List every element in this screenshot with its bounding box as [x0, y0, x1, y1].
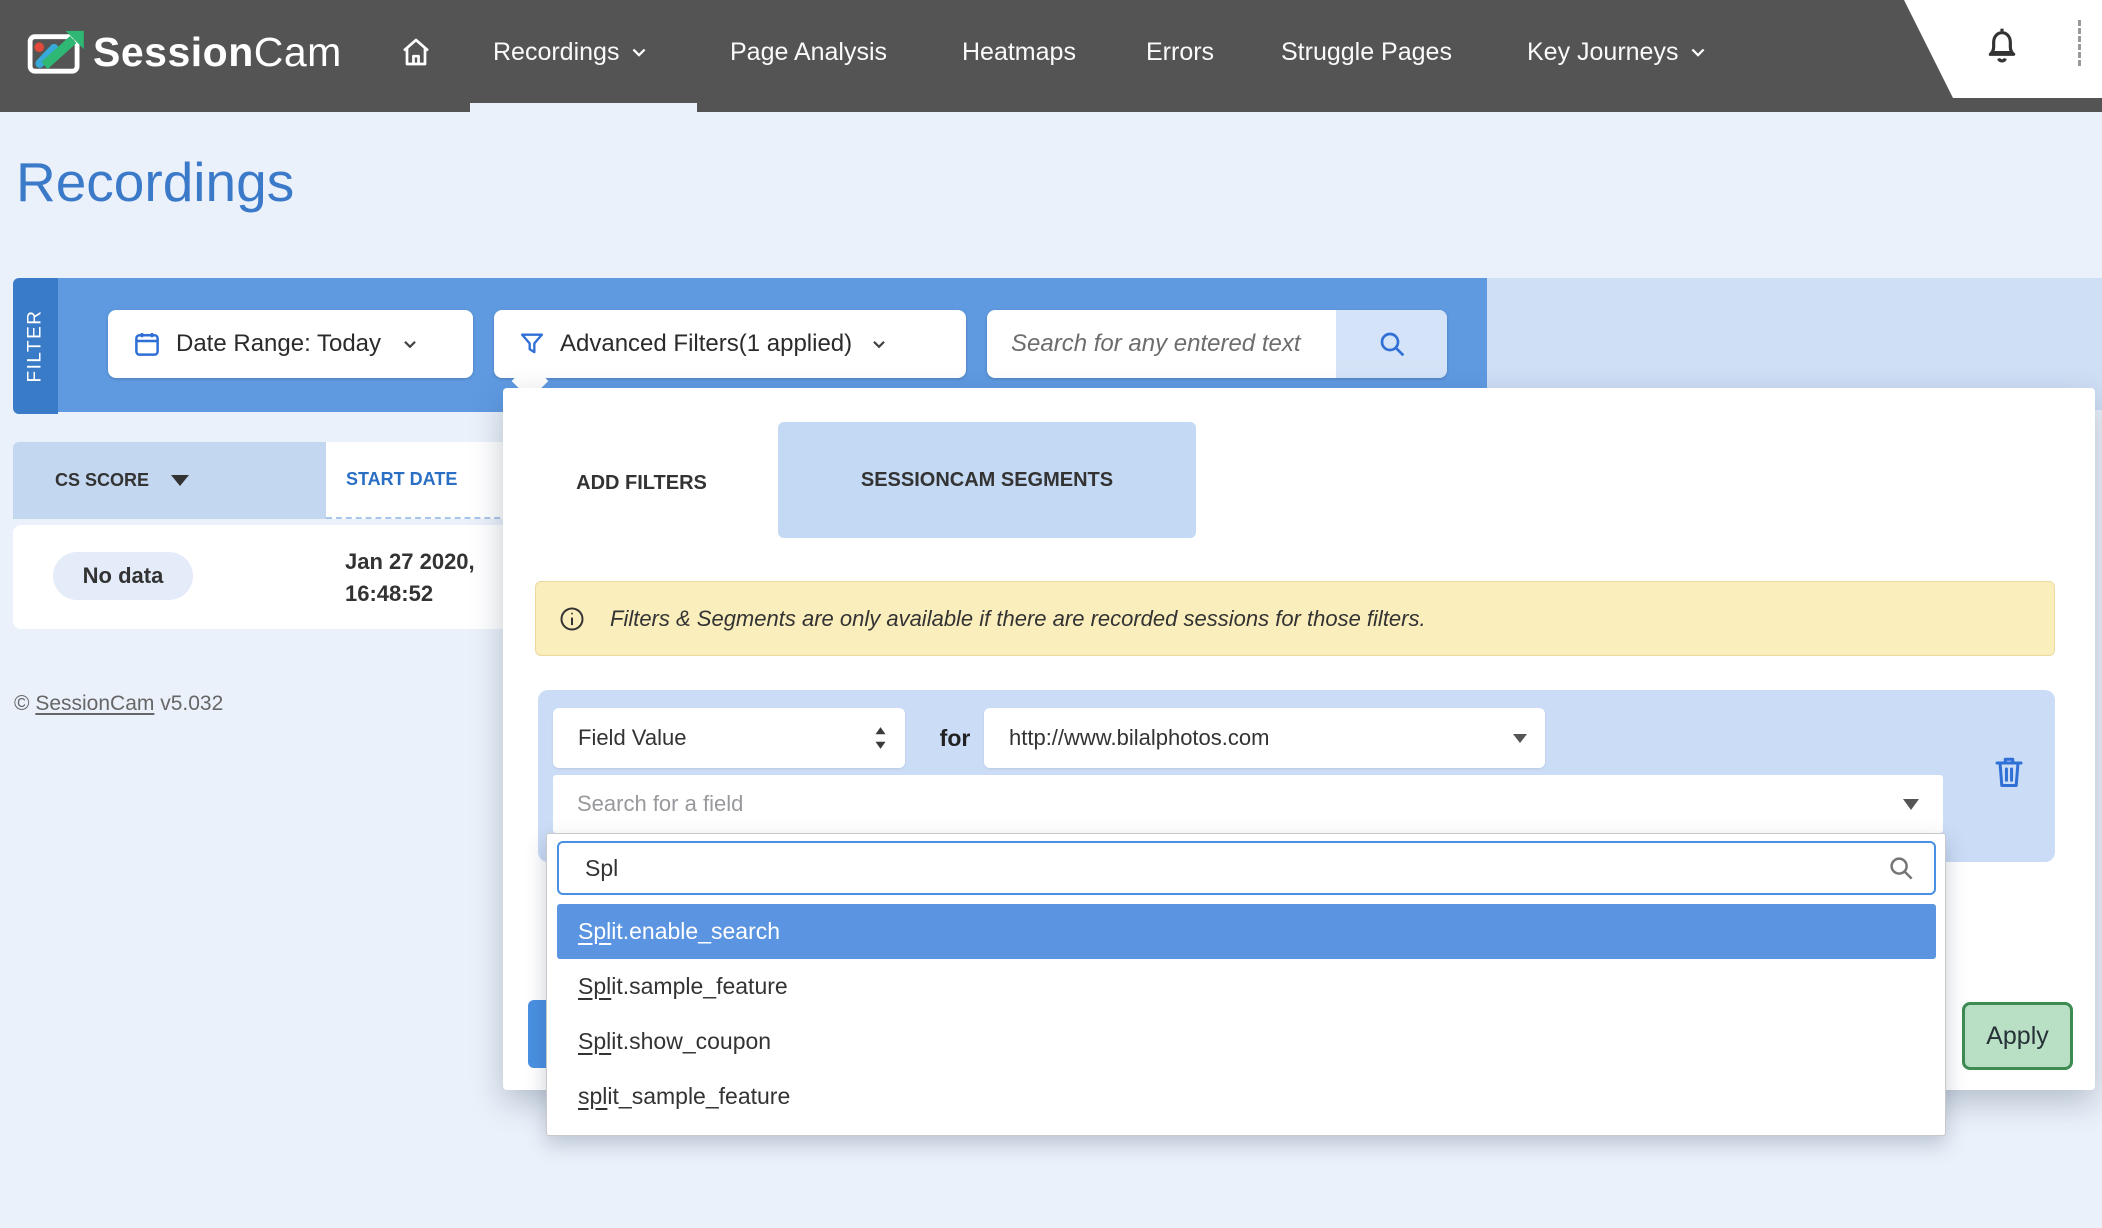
sessioncam-logo-icon	[27, 29, 85, 75]
text-search-box	[987, 310, 1447, 378]
table-row[interactable]: No data Jan 27 2020, 16:48:52	[13, 525, 520, 629]
footer-version: © SessionCam v5.032	[14, 692, 223, 716]
autocomplete-option[interactable]: Split.show_coupon	[557, 1014, 1936, 1069]
nav-label: Heatmaps	[962, 38, 1076, 67]
bell-icon[interactable]	[1982, 24, 2022, 68]
chevron-down-icon	[1688, 42, 1708, 62]
field-type-select[interactable]: Field Value	[553, 708, 905, 768]
nav-item-heatmaps[interactable]: Heatmaps	[962, 0, 1076, 104]
cs-score-badge: No data	[53, 552, 193, 600]
funnel-icon	[518, 330, 546, 358]
sort-arrows-icon	[874, 726, 887, 750]
copyright-symbol: ©	[14, 692, 29, 715]
date-range-label: Date Range: Today	[176, 330, 381, 358]
page-title: Recordings	[16, 150, 294, 214]
autocomplete-option[interactable]: Split.sample_feature	[557, 959, 1936, 1014]
filter-tab-label: FILTER	[25, 309, 47, 382]
nav-label: Recordings	[493, 38, 619, 67]
active-tab-indicator	[470, 103, 697, 112]
info-circle-icon	[558, 605, 586, 633]
caret-down-icon	[1513, 734, 1527, 743]
tab-add-filters[interactable]: ADD FILTERS	[556, 455, 727, 512]
notice-banner: Filters & Segments are only available if…	[535, 581, 2055, 656]
nav-item-errors[interactable]: Errors	[1146, 0, 1214, 104]
nav-label: Page Analysis	[730, 38, 887, 67]
field-type-value: Field Value	[578, 725, 686, 751]
date-range-button[interactable]: Date Range: Today	[108, 310, 473, 378]
autocomplete-option[interactable]: split_sample_feature	[557, 1069, 1936, 1124]
nav-item-key-journeys[interactable]: Key Journeys	[1527, 0, 1708, 104]
sessioncam-app: SessionCam Recordings Page Analysis Heat…	[0, 0, 2102, 1228]
advanced-filters-label: Advanced Filters(1 applied)	[560, 330, 852, 358]
magnifier-icon	[1886, 853, 1916, 883]
for-label: for	[925, 708, 985, 768]
magnifier-icon	[1376, 328, 1408, 360]
chevron-down-icon	[870, 335, 888, 353]
caret-down-icon	[1903, 799, 1919, 810]
calendar-icon	[132, 329, 162, 359]
tab-sessioncam-segments[interactable]: SESSIONCAM SEGMENTS	[778, 422, 1196, 538]
nav-item-page-analysis[interactable]: Page Analysis	[730, 0, 887, 104]
field-search-placeholder: Search for a field	[577, 791, 743, 817]
brand-logo[interactable]: SessionCam	[27, 0, 342, 104]
overflow-menu-divider[interactable]	[2078, 20, 2081, 66]
chevron-down-icon	[629, 42, 649, 62]
nav-label: Errors	[1146, 38, 1214, 67]
advanced-filters-button[interactable]: Advanced Filters(1 applied)	[494, 310, 966, 378]
top-nav: SessionCam Recordings Page Analysis Heat…	[0, 0, 2102, 112]
site-select[interactable]: http://www.bilalphotos.com	[984, 708, 1545, 768]
notice-text: Filters & Segments are only available if…	[610, 606, 1426, 632]
footer-brand-link[interactable]: SessionCam	[35, 692, 154, 715]
column-header-start-date[interactable]: START DATE	[326, 442, 520, 519]
chevron-down-icon	[401, 335, 419, 353]
footer-version-number: v5.032	[160, 692, 223, 715]
field-autocomplete-dropdown: Split.enable_search Split.sample_feature…	[546, 833, 1946, 1136]
home-icon	[398, 34, 434, 70]
nav-item-struggle-pages[interactable]: Struggle Pages	[1281, 0, 1452, 104]
nav-label: Struggle Pages	[1281, 38, 1452, 67]
filter-side-tab[interactable]: FILTER	[13, 278, 58, 414]
site-select-value: http://www.bilalphotos.com	[1009, 725, 1269, 751]
start-date-value: Jan 27 2020, 16:48:52	[345, 546, 475, 610]
text-search-input[interactable]	[987, 330, 1336, 358]
column-header-cs-score[interactable]: CS SCORE	[13, 442, 326, 519]
sort-descending-icon	[171, 475, 189, 486]
field-query-input[interactable]	[559, 855, 1886, 882]
start-date-header-label: START DATE	[346, 469, 457, 490]
field-query-box	[557, 841, 1936, 895]
nav-item-recordings[interactable]: Recordings	[493, 0, 649, 104]
trash-icon[interactable]	[1991, 752, 2027, 792]
search-button[interactable]	[1336, 310, 1447, 378]
cs-score-header-label: CS SCORE	[55, 470, 149, 491]
autocomplete-option[interactable]: Split.enable_search	[557, 904, 1936, 959]
nav-home[interactable]	[398, 0, 434, 104]
brand-name: SessionCam	[93, 29, 342, 76]
apply-button[interactable]: Apply	[1962, 1002, 2073, 1070]
field-search-combobox[interactable]: Search for a field	[553, 775, 1943, 833]
nav-label: Key Journeys	[1527, 38, 1678, 67]
